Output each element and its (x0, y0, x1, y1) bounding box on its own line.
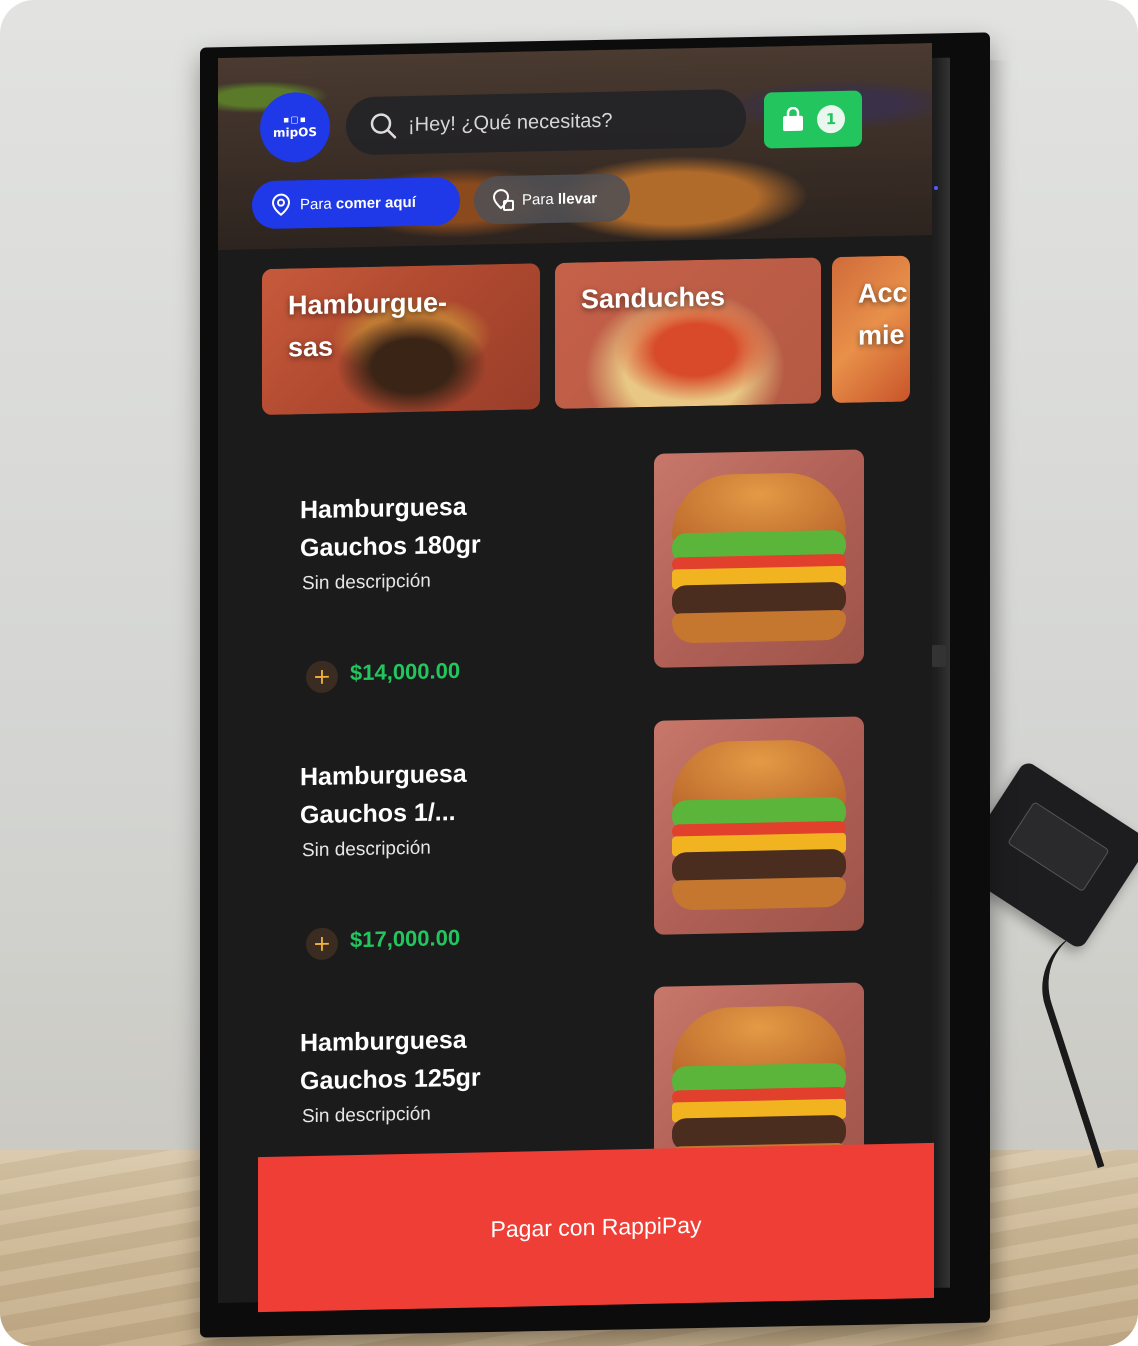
dine-in-prefix: Para (300, 195, 332, 213)
product-name: Hamburguesa Gauchos 1/... (300, 759, 467, 830)
product-name: Hamburguesa Gauchos 180gr (300, 492, 481, 563)
search-icon (370, 113, 397, 139)
product-image (654, 716, 864, 935)
search-bar[interactable]: ¡Hey! ¿Qué necesitas? (346, 88, 746, 156)
category-label: Acc mie (858, 277, 908, 351)
cart-button[interactable]: 1 (764, 90, 862, 149)
takeaway-bag-icon (492, 189, 514, 211)
product-card[interactable]: Hamburguesa Gauchos 180gr Sin descripció… (218, 448, 932, 703)
category-card-sanduches[interactable]: Sanduches (555, 257, 821, 409)
kiosk-screen: ▪▢▪ mipOS ¡Hey! ¿Qué necesitas? 1 Para c… (218, 43, 932, 1304)
header-banner: ▪▢▪ mipOS ¡Hey! ¿Qué necesitas? 1 Para c… (218, 43, 932, 251)
shopping-bag-icon (783, 106, 803, 132)
product-price: $14,000.00 (350, 657, 461, 686)
power-cable (1026, 921, 1138, 1169)
category-label: Sanduches (581, 281, 726, 315)
sensor (932, 645, 946, 667)
cart-count-badge: 1 (817, 104, 845, 134)
category-label: Hamburgue- sas (288, 287, 448, 363)
product-image (654, 449, 864, 668)
search-placeholder: ¡Hey! ¿Qué necesitas? (408, 109, 613, 136)
product-price: $17,000.00 (350, 924, 461, 953)
takeaway-prefix: Para (522, 190, 554, 209)
product-description: Sin descripción (302, 837, 431, 862)
dine-in-label: comer aquí (335, 193, 416, 213)
plus-icon[interactable]: + (306, 927, 338, 961)
takeaway-button[interactable]: Para llevar (474, 173, 630, 225)
pay-rappipay-button[interactable]: Pagar con RappiPay (258, 1142, 934, 1313)
category-carousel[interactable]: Hamburgue- sas Sanduches Acc mie (218, 255, 932, 420)
product-description: Sin descripción (302, 1103, 431, 1128)
power-led (934, 186, 938, 190)
mipos-logo[interactable]: ▪▢▪ mipOS (260, 91, 330, 164)
product-description: Sin descripción (302, 570, 431, 595)
logo-glyph-icon: ▪▢▪ (283, 115, 307, 126)
product-card[interactable]: Hamburguesa Gauchos 1/... Sin descripció… (218, 715, 932, 970)
logo-text: mipOS (272, 124, 318, 140)
pay-button-label: Pagar con RappiPay (490, 1211, 702, 1243)
plus-icon[interactable]: + (306, 660, 338, 694)
category-card-hamburguesas[interactable]: Hamburgue- sas (262, 263, 540, 416)
category-card-partial[interactable]: Acc mie (832, 255, 910, 404)
takeaway-label: llevar (557, 189, 598, 208)
location-pin-icon (271, 193, 291, 216)
dine-in-button[interactable]: Para comer aquí (252, 176, 460, 230)
product-name: Hamburguesa Gauchos 125gr (300, 1025, 481, 1096)
